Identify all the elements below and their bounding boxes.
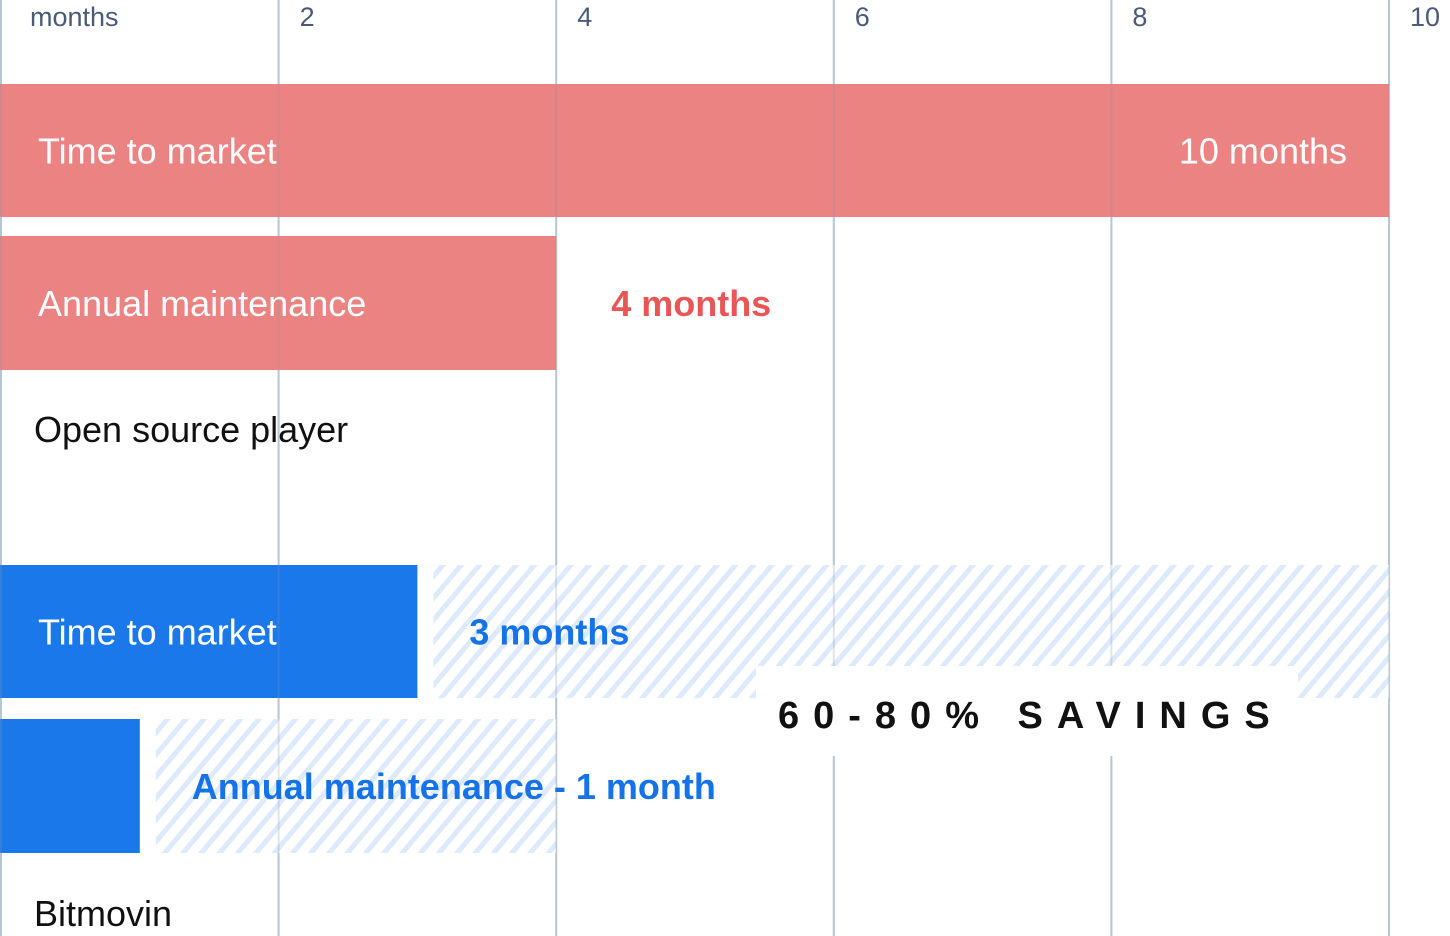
bar-value-label: 10 months <box>1179 131 1347 172</box>
bar-label: Time to market <box>38 131 277 172</box>
group-label: Bitmovin <box>34 893 172 934</box>
bar-label: Annual maintenance <box>38 283 366 324</box>
x-axis-label: months <box>30 2 119 32</box>
x-tick-label: 6 <box>855 2 870 32</box>
bar-label: Time to market <box>38 612 277 653</box>
bar-value-label: Annual maintenance - 1 month <box>192 766 716 807</box>
savings-annotation-text: 60-80% SAVINGS <box>778 695 1284 737</box>
x-axis-ticks: months 2 4 6 8 10 <box>30 2 1440 32</box>
bar-value-label: 3 months <box>469 612 629 653</box>
group-label: Open source player <box>34 409 348 450</box>
x-tick-label: 4 <box>577 2 592 32</box>
bar <box>0 719 140 853</box>
x-tick-label: 10 <box>1410 2 1440 32</box>
comparison-chart: months 2 4 6 8 10 Time to market 10 months Ann… <box>0 0 1440 936</box>
savings-annotation: 60-80% SAVINGS <box>756 666 1298 756</box>
bar-value-label: 4 months <box>611 283 771 324</box>
x-tick-label: 2 <box>300 2 315 32</box>
x-tick-label: 8 <box>1132 2 1147 32</box>
